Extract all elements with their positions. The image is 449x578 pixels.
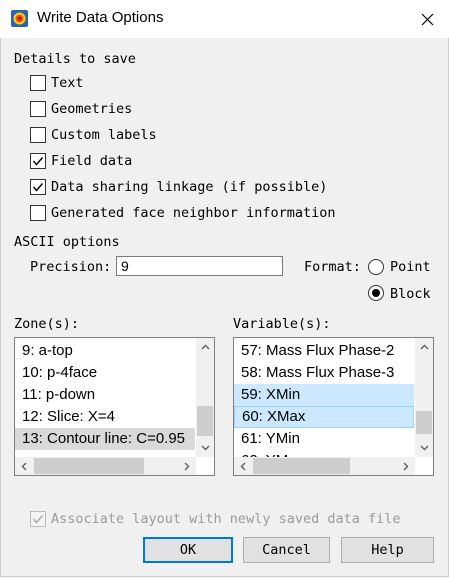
zones-vscrollbar[interactable] <box>196 338 214 457</box>
face-neighbor-checkbox-label: Generated face neighbor information <box>51 205 336 221</box>
precision-input[interactable]: 9 <box>116 256 283 276</box>
scroll-right-icon[interactable] <box>397 457 415 475</box>
app-icon <box>11 10 28 27</box>
zones-hscroll-thumb[interactable] <box>34 458 144 474</box>
variable-item-selected[interactable]: 60: XMax <box>234 406 414 428</box>
variable-item[interactable]: 58: Mass Flux Phase-3 <box>234 362 414 384</box>
custom-labels-checkbox-label: Custom labels <box>51 127 157 143</box>
field-data-checkbox[interactable] <box>30 153 46 169</box>
zones-listbox[interactable]: 9: a-top 10: p-4face 11: p-down 12: Slic… <box>14 337 215 476</box>
variable-item[interactable]: 57: Mass Flux Phase-2 <box>234 340 414 362</box>
zones-label: Zone(s): <box>14 316 80 332</box>
variable-item[interactable]: 61: YMin <box>234 428 414 450</box>
checkmark-icon <box>32 515 44 524</box>
data-sharing-checkbox[interactable] <box>30 179 46 195</box>
associate-layout-checkbox[interactable] <box>30 511 46 527</box>
ascii-heading: ASCII options <box>14 234 120 250</box>
details-heading: Details to save <box>14 51 136 67</box>
dialog-frame <box>0 38 449 577</box>
text-checkbox[interactable] <box>30 75 46 91</box>
zone-item[interactable]: 10: p-4face <box>15 362 195 384</box>
geometries-checkbox-label: Geometries <box>51 101 133 117</box>
zone-item[interactable]: 11: p-down <box>15 384 195 406</box>
zone-item[interactable]: 9: a-top <box>15 340 195 362</box>
format-label: Format: <box>304 259 361 275</box>
associate-layout-label: Associate layout with newly saved data f… <box>51 511 401 527</box>
help-button[interactable]: Help <box>341 537 434 563</box>
text-checkbox-label: Text <box>51 75 84 91</box>
zones-vscroll-thumb[interactable] <box>197 406 213 436</box>
scroll-up-icon[interactable] <box>196 338 214 356</box>
window-title: Write Data Options <box>37 9 164 26</box>
data-sharing-checkbox-label: Data sharing linkage (if possible) <box>51 179 328 195</box>
scroll-down-icon[interactable] <box>415 439 433 457</box>
format-point-radio[interactable] <box>368 259 384 275</box>
checkmark-icon <box>32 157 44 166</box>
variables-label: Variable(s): <box>233 316 331 332</box>
zone-item[interactable]: 12: Slice: X=4 <box>15 406 195 428</box>
geometries-checkbox[interactable] <box>30 101 46 117</box>
face-neighbor-checkbox[interactable] <box>30 205 46 221</box>
scroll-left-icon[interactable] <box>234 457 252 475</box>
cancel-button[interactable]: Cancel <box>243 537 330 563</box>
variables-listbox[interactable]: 57: Mass Flux Phase-2 58: Mass Flux Phas… <box>233 337 434 476</box>
custom-labels-checkbox[interactable] <box>30 127 46 143</box>
scroll-left-icon[interactable] <box>15 457 33 475</box>
scroll-right-icon[interactable] <box>178 457 196 475</box>
field-data-checkbox-label: Field data <box>51 153 133 169</box>
ok-button[interactable]: OK <box>143 537 233 563</box>
format-point-label: Point <box>390 259 431 275</box>
format-block-label: Block <box>390 286 431 302</box>
close-icon <box>421 13 433 25</box>
close-button[interactable] <box>410 4 444 34</box>
variables-vscrollbar[interactable] <box>415 338 433 457</box>
variables-hscroll-thumb[interactable] <box>253 458 350 474</box>
variables-vscroll-thumb[interactable] <box>416 411 432 434</box>
precision-label: Precision: <box>30 259 112 275</box>
variables-hscrollbar[interactable] <box>234 457 415 475</box>
variable-item-selected[interactable]: 59: XMin <box>234 384 414 406</box>
zones-hscrollbar[interactable] <box>15 457 196 475</box>
zone-item-selected[interactable]: 13: Contour line: C=0.95 <box>15 428 195 450</box>
format-block-radio[interactable] <box>368 285 384 301</box>
scroll-up-icon[interactable] <box>415 338 433 356</box>
title-bar: Write Data Options <box>0 0 449 38</box>
checkmark-icon <box>32 183 44 192</box>
scroll-down-icon[interactable] <box>196 439 214 457</box>
